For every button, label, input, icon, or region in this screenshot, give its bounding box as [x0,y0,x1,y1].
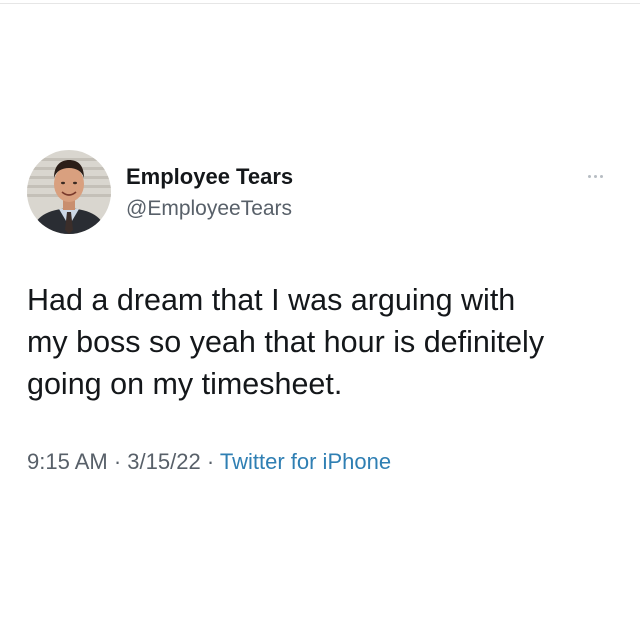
tweet-source-link[interactable]: Twitter for iPhone [220,449,391,474]
more-horizontal-icon-dot [593,174,597,178]
profile-photo-icon [27,150,111,234]
tweet-metadata: 9:15 AM · 3/15/22 · Twitter for iPhone [27,449,391,475]
tweet-text-line: Had a dream that I was arguing with [27,283,516,317]
meta-separator: · [113,449,122,474]
more-options-button[interactable] [582,168,608,184]
more-horizontal-icon-dot [599,174,603,178]
more-horizontal-icon [587,174,591,178]
meta-separator: · [206,449,215,474]
author-display-name[interactable]: Employee Tears [126,164,293,190]
author-handle[interactable]: @EmployeeTears [126,197,292,221]
tweet-text-line: going on my timesheet. [27,367,343,401]
tweet-date[interactable]: 3/15/22 [127,449,200,474]
avatar[interactable] [27,150,111,234]
tweet-text: Had a dream that I was arguing with my b… [27,279,627,405]
top-divider [0,3,640,4]
tweet-time[interactable]: 9:15 AM [27,449,108,474]
tweet-text-line: my boss so yeah that hour is definitely [27,325,545,359]
